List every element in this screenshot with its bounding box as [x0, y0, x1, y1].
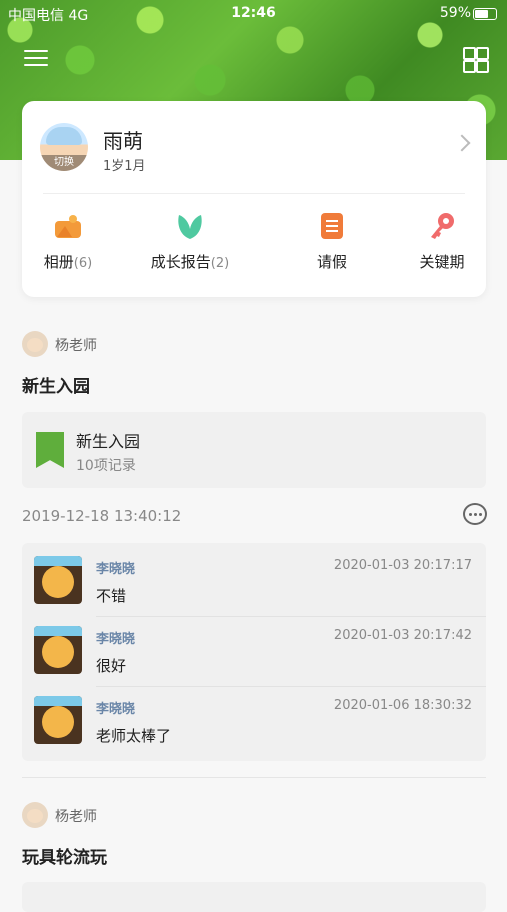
- album-card[interactable]: 新生入园 10项记录: [22, 412, 486, 488]
- teacher-name: 杨老师: [55, 809, 97, 825]
- comment-item: 李晓晓 2020-01-03 20:17:42 很好: [22, 613, 486, 683]
- album-title: 新生入园: [76, 432, 141, 451]
- commenter-name[interactable]: 李晓晓: [96, 558, 135, 577]
- commenter-name[interactable]: 李晓晓: [96, 698, 135, 717]
- feature-growth-report[interactable]: 成长报告(2): [135, 211, 245, 272]
- comment-date: 2020-01-03 20:17:17: [333, 558, 472, 573]
- post-title: 新生入园: [22, 377, 90, 397]
- child-age: 1岁1月: [103, 159, 146, 174]
- child-profile-card: 切换 雨萌 1岁1月 相册(6) 成长报告(2) 请假 关键期: [22, 101, 486, 297]
- comment-text: 老师太棒了: [96, 727, 172, 745]
- feature-critical-label: 关键期: [419, 253, 465, 271]
- growth-leaf-icon: [175, 211, 205, 241]
- section-divider: [22, 777, 486, 778]
- feature-album-count: (6): [73, 256, 93, 271]
- post-header: 杨老师: [22, 802, 222, 828]
- menu-icon[interactable]: [24, 50, 48, 68]
- commenter-avatar[interactable]: [34, 626, 82, 674]
- feature-leave-label: 请假: [316, 253, 347, 271]
- album-card[interactable]: [22, 882, 486, 912]
- feature-critical-period[interactable]: 关键期: [387, 211, 497, 272]
- status-time: 12:46: [231, 5, 276, 21]
- bookmark-icon: [36, 432, 64, 468]
- child-avatar[interactable]: 切换: [40, 123, 88, 171]
- battery-icon: [473, 8, 497, 20]
- post-title: 玩具轮流玩: [22, 848, 107, 868]
- comment-item: 李晓晓 2020-01-03 20:17:17 不错: [22, 543, 486, 613]
- card-divider: [43, 193, 465, 194]
- commenter-avatar[interactable]: [34, 696, 82, 744]
- chevron-right-icon[interactable]: [453, 134, 471, 152]
- battery-percent: 59%: [439, 5, 471, 21]
- feature-album[interactable]: 相册(6): [13, 211, 123, 272]
- feature-growth-label: 成长报告: [150, 253, 211, 271]
- feature-album-label: 相册: [43, 253, 74, 271]
- comment-item: 李晓晓 2020-01-06 18:30:32 老师太棒了: [22, 683, 486, 753]
- status-bar: 中国电信 4G 12:46 59%: [0, 0, 507, 28]
- comment-date: 2020-01-03 20:17:42: [333, 628, 472, 643]
- commenter-avatar[interactable]: [34, 556, 82, 604]
- comment-date: 2020-01-06 18:30:32: [333, 698, 472, 713]
- commenter-name[interactable]: 李晓晓: [96, 628, 135, 647]
- photo-album-icon: [53, 211, 83, 241]
- comment-text: 不错: [96, 587, 127, 605]
- grid-apps-icon[interactable]: [463, 47, 489, 73]
- comment-list: 李晓晓 2020-01-03 20:17:17 不错 李晓晓 2020-01-0…: [22, 543, 486, 761]
- feature-growth-count: (2): [210, 256, 230, 271]
- feature-leave[interactable]: 请假: [277, 211, 387, 272]
- post-timestamp: 2019-12-18 13:40:12: [22, 507, 182, 525]
- child-name: 雨萌: [103, 129, 143, 153]
- key-icon: [427, 211, 457, 241]
- comment-icon[interactable]: [463, 503, 487, 525]
- teacher-name: 杨老师: [55, 338, 97, 354]
- teacher-avatar: [22, 802, 48, 828]
- post-header: 杨老师: [22, 331, 222, 357]
- album-record-count: 10项记录: [76, 458, 136, 474]
- switch-child-label[interactable]: 切换: [40, 155, 88, 171]
- leave-document-icon: [317, 211, 347, 241]
- comment-text: 很好: [96, 657, 127, 675]
- teacher-avatar: [22, 331, 48, 357]
